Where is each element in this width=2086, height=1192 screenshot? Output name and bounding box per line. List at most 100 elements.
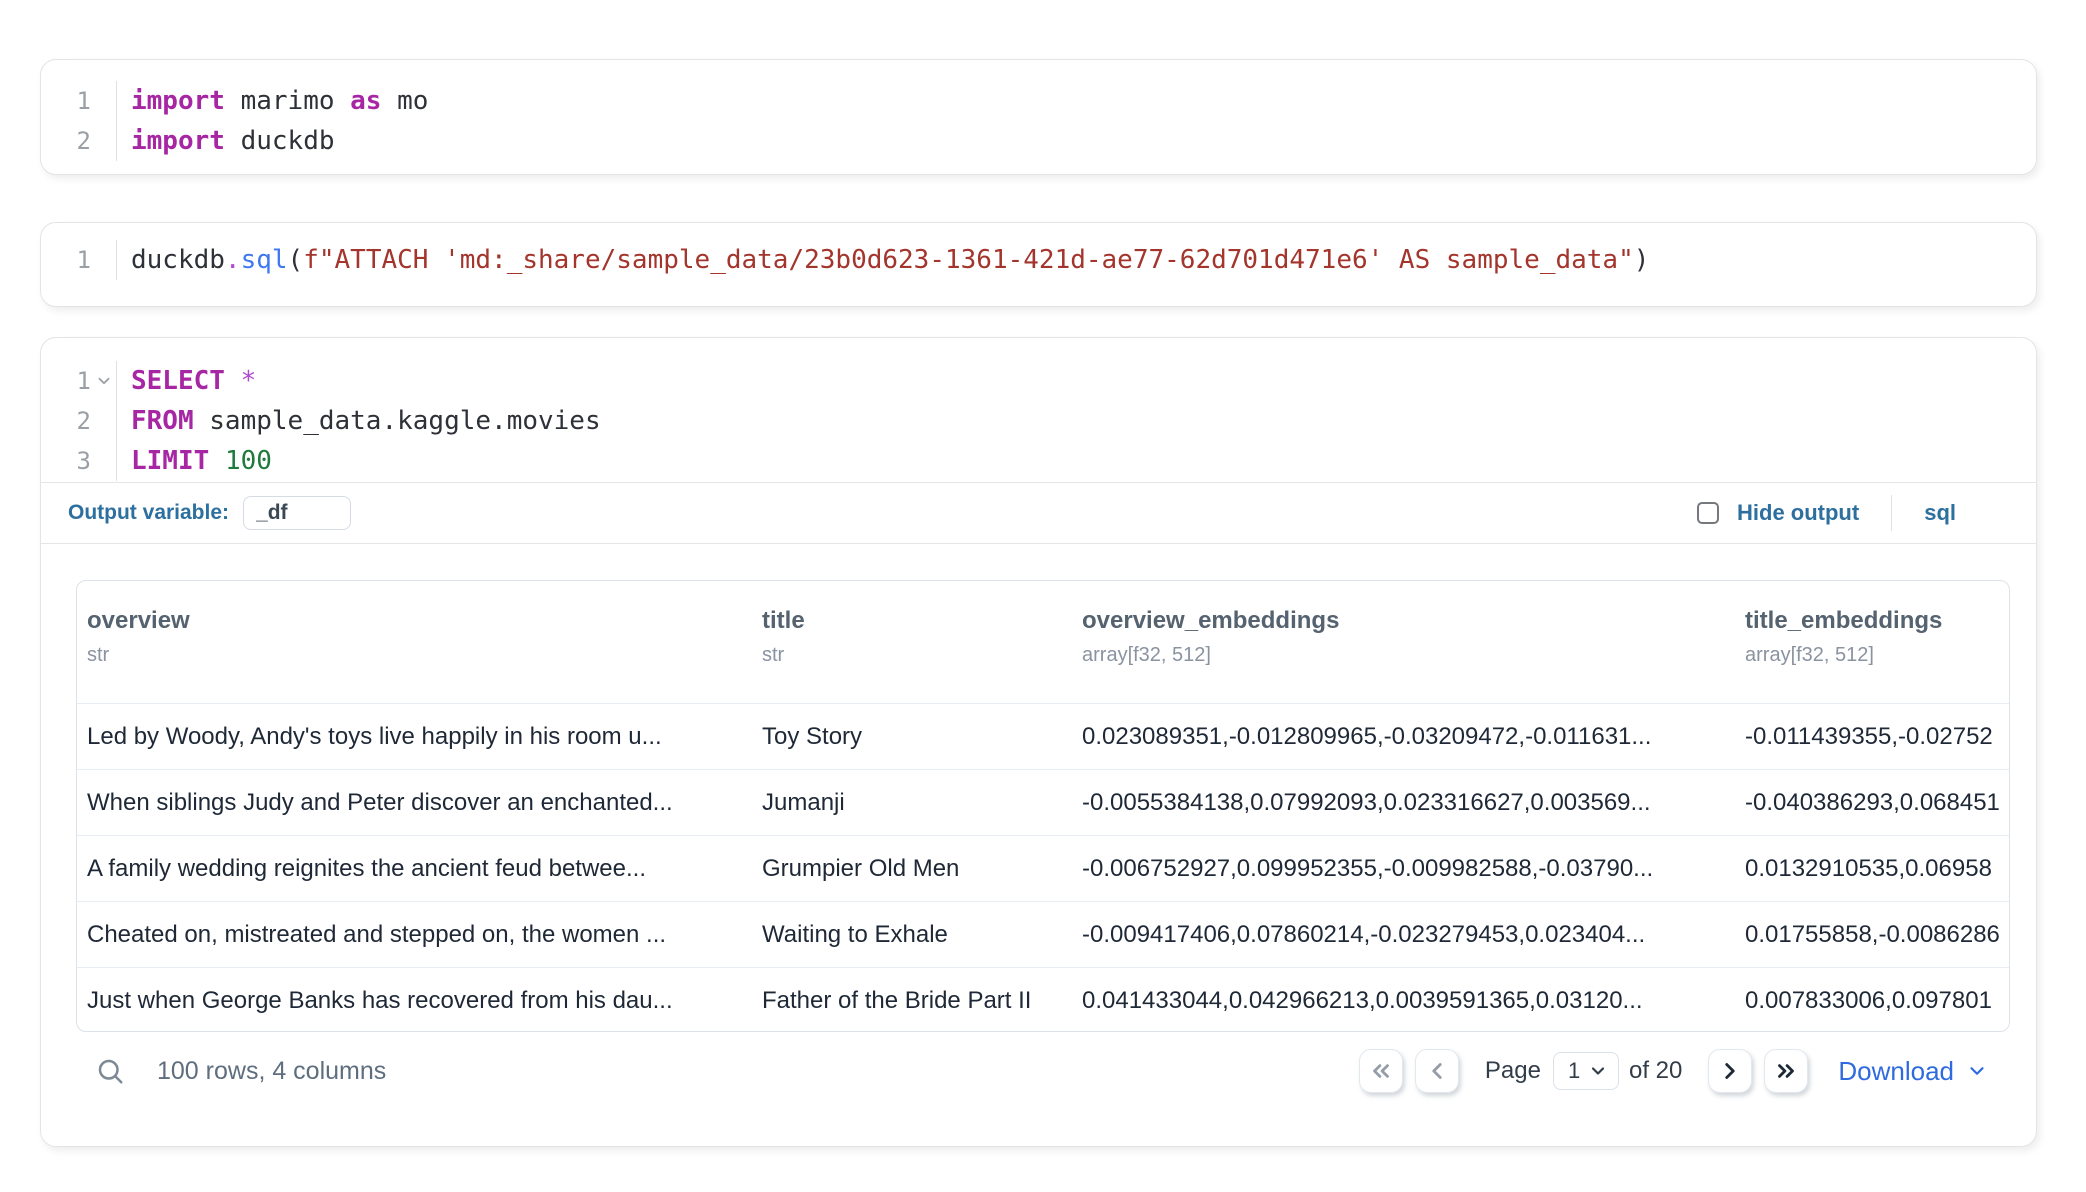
code-editor[interactable]: 1import marimo as mo2import duckdb: [41, 60, 2036, 161]
chevrons-left-icon: [1368, 1058, 1394, 1084]
output-options-group: Hide output sql: [1697, 495, 2008, 531]
table-cell: When siblings Judy and Peter discover an…: [77, 789, 752, 817]
page-select[interactable]: 1: [1553, 1052, 1619, 1090]
table-cell: Grumpier Old Men: [752, 855, 1072, 883]
line-gutter: 3: [41, 441, 117, 481]
column-header-overview[interactable]: overviewstr: [77, 581, 752, 703]
table-row: When siblings Judy and Peter discover an…: [77, 769, 2009, 835]
table-cell: Cheated on, mistreated and stepped on, t…: [77, 921, 752, 949]
output-variable-input[interactable]: [243, 496, 351, 530]
token-kw: import: [131, 126, 225, 156]
token-kw: SELECT: [131, 366, 225, 396]
next-page-button[interactable]: [1708, 1049, 1752, 1093]
chevron-down-icon: [1588, 1061, 1608, 1081]
download-button[interactable]: Download: [1838, 1056, 1988, 1087]
table-summary: 100 rows, 4 columns: [157, 1057, 386, 1086]
token-plain: marimo: [225, 86, 350, 116]
table-row: Just when George Banks has recovered fro…: [77, 967, 2009, 1032]
results-table: overviewstr title str overview_embeddingsar…: [76, 580, 2010, 1032]
code-text: duckdb.sql(f"ATTACH 'md:_share/sample_da…: [117, 240, 1649, 280]
code-editor[interactable]: 1duckdb.sql(f"ATTACH 'md:_share/sample_d…: [41, 223, 2036, 280]
output-toolbar: Output variable: Hide output sql: [41, 482, 2036, 544]
line-number: 2: [41, 401, 91, 441]
table-cell: -0.040386293,0.068451: [1735, 789, 2009, 817]
token-plain: mo: [381, 86, 428, 116]
table-cell: 0.01755858,-0.0086286: [1735, 921, 2009, 949]
search-icon: [95, 1056, 125, 1086]
vertical-divider: [1891, 495, 1892, 531]
chevron-right-icon: [1717, 1058, 1743, 1084]
token-plain: duckdb: [225, 126, 335, 156]
table-header-row: overviewstr title str overview_embeddingsar…: [77, 581, 2009, 703]
code-cell-sql-query: 1 SELECT * 2 FROM sample_data.kaggle.movies…: [40, 337, 2037, 1147]
table-cell: 0.007833006,0.097801: [1735, 987, 2009, 1015]
column-name: overview_embeddings: [1082, 607, 1725, 635]
column-type: array[f32, 512]: [1082, 644, 1725, 667]
table-cell: -0.009417406,0.07860214,-0.023279453,0.0…: [1072, 921, 1735, 949]
table-cell: Jumanji: [752, 789, 1072, 817]
column-name: title_embeddings: [1745, 607, 1999, 635]
code-text: FROM sample_data.kaggle.movies: [117, 401, 601, 441]
code-editor[interactable]: 1 SELECT * 2 FROM sample_data.kaggle.movies…: [41, 338, 2036, 482]
fold-chevron-icon[interactable]: [95, 372, 113, 390]
notebook-page: 1import marimo as mo2import duckdb 1duck…: [0, 0, 2086, 1192]
line-gutter: 1: [41, 81, 117, 121]
search-button[interactable]: [95, 1056, 125, 1086]
output-variable-group: Output variable:: [68, 496, 351, 530]
last-page-button[interactable]: [1764, 1049, 1808, 1093]
table-cell: -0.0055384138,0.07992093,0.023316627,0.0…: [1072, 789, 1735, 817]
column-type: array[f32, 512]: [1745, 644, 1999, 667]
chevron-left-icon: [1424, 1058, 1450, 1084]
table-cell: 0.023089351,-0.012809965,-0.03209472,-0.…: [1072, 723, 1735, 751]
table-body: Led by Woody, Andy's toys live happily i…: [77, 703, 2009, 1032]
hide-output-checkbox[interactable]: [1697, 502, 1719, 524]
table-row: Led by Woody, Andy's toys live happily i…: [77, 703, 2009, 769]
pagination: Page 1 of 20: [1359, 1049, 1988, 1093]
code-text: import marimo as mo: [117, 81, 428, 121]
table-cell: Waiting to Exhale: [752, 921, 1072, 949]
chevrons-right-icon: [1773, 1058, 1799, 1084]
column-type: str: [762, 644, 1062, 667]
table-footer: 100 rows, 4 columns Page: [76, 1048, 2010, 1094]
token-num: 100: [225, 446, 272, 476]
fold-toggle[interactable]: [91, 372, 117, 390]
code-line: 2 FROM sample_data.kaggle.movies: [41, 401, 2036, 441]
column-header-overview_embeddings[interactable]: overview_embeddings array[f32, 512]: [1072, 581, 1735, 703]
column-name: overview: [87, 607, 742, 635]
column-header-title_embeddings[interactable]: title_embeddings array[f32, 512]: [1735, 581, 2009, 703]
token-kw: LIMIT: [131, 446, 209, 476]
page-label: Page: [1485, 1057, 1541, 1085]
table-row: A family wedding reignites the ancient f…: [77, 835, 2009, 901]
code-text: LIMIT 100: [117, 441, 272, 481]
line-number: 2: [41, 121, 91, 161]
table-cell: Father of the Bride Part II: [752, 987, 1072, 1015]
hide-output-label[interactable]: Hide output: [1737, 500, 1859, 526]
code-line: 1 SELECT *: [41, 361, 2036, 401]
code-cell-imports: 1import marimo as mo2import duckdb: [40, 59, 2037, 175]
table-cell: 0.041433044,0.042966213,0.0039591365,0.0…: [1072, 987, 1735, 1015]
column-name: title: [762, 607, 1062, 635]
first-page-button[interactable]: [1359, 1049, 1403, 1093]
chevron-down-icon: [1966, 1060, 1988, 1082]
line-gutter: 1: [41, 361, 117, 401]
footer-left: 100 rows, 4 columns: [95, 1056, 386, 1086]
token-string: f"ATTACH 'md:_share/sample_data/23b0d623…: [303, 245, 1634, 275]
token-func: sql: [241, 245, 288, 275]
prev-page-button[interactable]: [1415, 1049, 1459, 1093]
table-cell: Toy Story: [752, 723, 1072, 751]
token-op: *: [241, 366, 257, 396]
download-label: Download: [1838, 1056, 1954, 1087]
line-gutter: 2: [41, 121, 117, 161]
code-line: 1import marimo as mo: [41, 81, 2036, 121]
column-header-title[interactable]: title str: [752, 581, 1072, 703]
code-line: 1duckdb.sql(f"ATTACH 'md:_share/sample_d…: [41, 240, 2036, 280]
code-text: import duckdb: [117, 121, 335, 161]
output-variable-label: Output variable:: [68, 501, 229, 525]
line-number: 1: [41, 361, 91, 401]
token-kw: import: [131, 86, 225, 116]
table-cell: A family wedding reignites the ancient f…: [77, 855, 752, 883]
language-badge: sql: [1924, 500, 1956, 526]
line-number: 3: [41, 441, 91, 481]
code-line: 2 import duckdb: [41, 121, 2036, 161]
table-cell: Just when George Banks has recovered fro…: [77, 987, 752, 1015]
